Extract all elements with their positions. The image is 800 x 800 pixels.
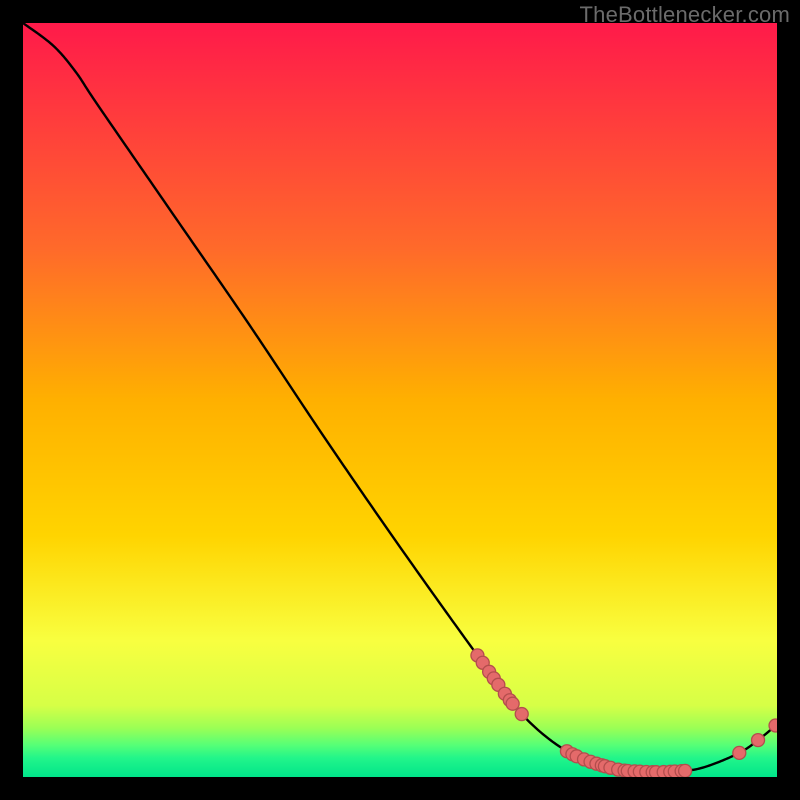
plot-svg (23, 23, 777, 777)
chart-stage: TheBottlenecker.com (0, 0, 800, 800)
plot-area (23, 23, 777, 777)
data-dot (506, 697, 519, 710)
data-dot (769, 719, 777, 732)
data-dot (733, 746, 746, 759)
data-dot (515, 708, 528, 721)
data-dot (679, 764, 692, 777)
data-dot (752, 734, 765, 747)
